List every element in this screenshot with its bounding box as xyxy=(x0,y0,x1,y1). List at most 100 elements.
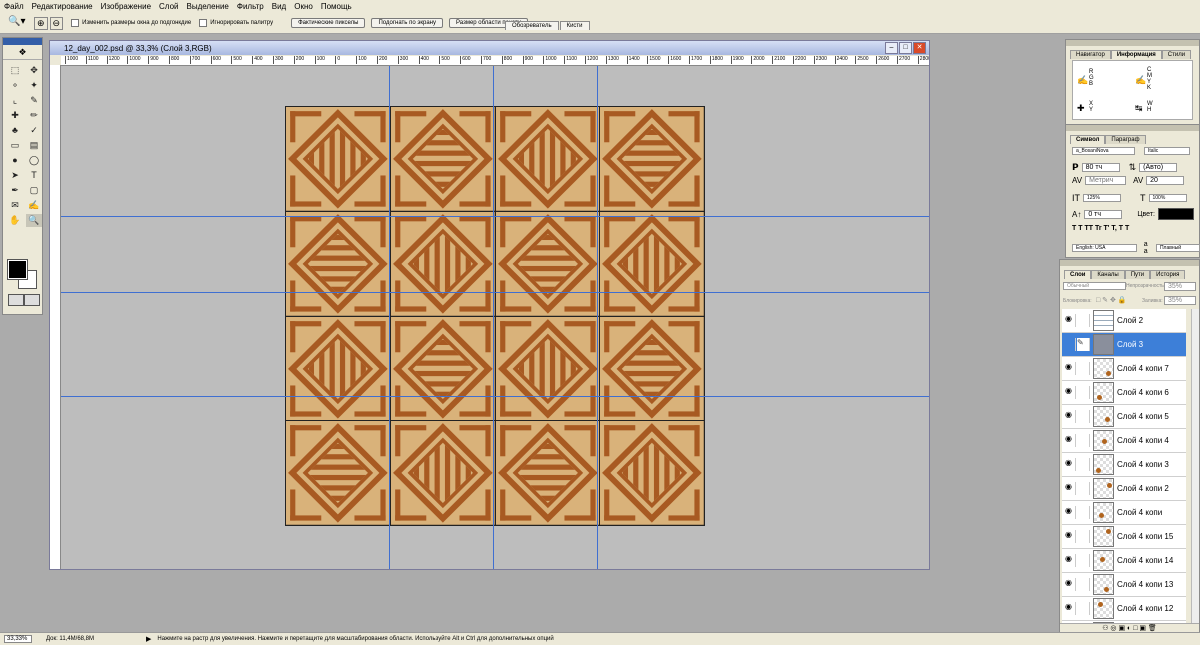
tab-paths[interactable]: Пути xyxy=(1124,270,1151,279)
standard-mode-icon[interactable] xyxy=(8,294,24,306)
layer-link-icon[interactable] xyxy=(1077,386,1090,399)
visibility-eye-icon[interactable] xyxy=(1062,338,1076,351)
pen-tool-icon[interactable]: ✒ xyxy=(7,184,23,197)
menu-help[interactable]: Помощь xyxy=(317,2,356,11)
path-select-icon[interactable]: ➤ xyxy=(7,169,23,182)
language-select[interactable]: English: USA xyxy=(1072,244,1137,252)
layer-row[interactable]: ◉ Слой 2 xyxy=(1062,309,1186,333)
stamp-tool-icon[interactable]: ♣ xyxy=(7,124,23,137)
font-family-select[interactable]: a_BosaniNova xyxy=(1072,147,1135,155)
menu-window[interactable]: Окно xyxy=(290,2,317,11)
tracking-field[interactable]: 20 xyxy=(1146,176,1185,185)
type-tool-icon[interactable]: T xyxy=(26,169,42,182)
guide-vertical[interactable] xyxy=(389,66,390,569)
tab-styles[interactable]: Стили xyxy=(1161,50,1192,59)
hand-tool-icon[interactable]: ✋ xyxy=(7,214,23,227)
toolbox-titlebar[interactable] xyxy=(3,38,42,45)
actual-pixels-button[interactable]: Фактические пикселы xyxy=(291,18,366,28)
ignore-palettes-checkbox[interactable]: Игнорировать палитру xyxy=(199,19,273,27)
layer-row[interactable]: ◉ Слой 4 копи 3 xyxy=(1062,453,1186,477)
minimize-icon[interactable]: – xyxy=(885,42,898,54)
layer-row[interactable]: ◉ Слой 4 копи xyxy=(1062,501,1186,525)
menu-image[interactable]: Изображение xyxy=(97,2,155,11)
vertical-scale-field[interactable]: 125% xyxy=(1083,194,1121,202)
foreground-color-swatch[interactable] xyxy=(7,259,28,280)
photoshop-logo-icon[interactable]: ❖ xyxy=(3,45,42,60)
notes-tool-icon[interactable]: ✉ xyxy=(7,199,23,212)
layer-link-icon[interactable] xyxy=(1077,554,1090,567)
guide-horizontal[interactable] xyxy=(61,216,929,217)
visibility-eye-icon[interactable]: ◉ xyxy=(1062,410,1076,423)
visibility-eye-icon[interactable]: ◉ xyxy=(1062,386,1076,399)
visibility-eye-icon[interactable]: ◉ xyxy=(1062,314,1076,327)
document-titlebar[interactable]: 12_day_002.psd @ 33,3% (Слой 3,RGB) – □ … xyxy=(50,41,929,55)
marquee-tool-icon[interactable]: ⬚ xyxy=(7,64,23,77)
gradient-tool-icon[interactable]: ▤ xyxy=(26,139,42,152)
layer-link-icon[interactable] xyxy=(1077,602,1090,615)
visibility-eye-icon[interactable]: ◉ xyxy=(1062,482,1076,495)
font-style-select[interactable]: Italic xyxy=(1144,147,1190,155)
zoom-in-icon[interactable]: ⊕ xyxy=(34,16,48,30)
layer-row[interactable]: ◉ Слой 4 копи 15 xyxy=(1062,525,1186,549)
layer-row[interactable]: ◉ Слой 4 копи 12 xyxy=(1062,597,1186,621)
fill-field[interactable]: 35% xyxy=(1164,296,1196,305)
visibility-eye-icon[interactable]: ◉ xyxy=(1062,578,1076,591)
crop-tool-icon[interactable]: ⌞ xyxy=(7,94,23,107)
layer-link-icon[interactable] xyxy=(1077,578,1090,591)
character-panel-titlebar[interactable] xyxy=(1066,125,1199,131)
menu-layer[interactable]: Слой xyxy=(155,2,182,11)
maximize-icon[interactable]: □ xyxy=(899,42,912,54)
zoom-tool-icon[interactable]: 🔍▾ xyxy=(8,16,28,30)
visibility-eye-icon[interactable]: ◉ xyxy=(1062,554,1076,567)
healing-brush-icon[interactable]: ✚ xyxy=(7,109,23,122)
menu-edit[interactable]: Редактирование xyxy=(28,2,97,11)
zoom-tool-box-icon[interactable]: 🔍 xyxy=(26,214,42,227)
guide-vertical[interactable] xyxy=(493,66,494,569)
resize-windows-checkbox[interactable]: Изменить размеры окна до подгонкдие xyxy=(71,19,191,27)
well-navigator-tab[interactable]: Обозреватель xyxy=(505,21,559,30)
magic-wand-icon[interactable]: ✦ xyxy=(26,79,42,92)
tab-navigator[interactable]: Навигатор xyxy=(1070,50,1111,59)
move-tool-icon[interactable]: ✥ xyxy=(26,64,42,77)
close-icon[interactable]: ✕ xyxy=(913,42,926,54)
layer-row[interactable]: ✎ Слой 3 xyxy=(1062,333,1186,357)
vertical-ruler[interactable] xyxy=(50,65,61,569)
history-brush-icon[interactable]: ✓ xyxy=(26,124,42,137)
layer-row[interactable]: ◉ Слой 4 копи 13 xyxy=(1062,573,1186,597)
slice-tool-icon[interactable]: ✎ xyxy=(26,94,42,107)
tab-layers[interactable]: Слои xyxy=(1064,270,1092,279)
visibility-eye-icon[interactable]: ◉ xyxy=(1062,434,1076,447)
kerning-field[interactable]: Метрич xyxy=(1085,176,1127,185)
text-style-buttons[interactable]: T T TT Tr T' T, T T xyxy=(1072,225,1129,232)
lock-icons[interactable]: □ ✎ ✥ 🔒 xyxy=(1096,296,1127,304)
lasso-tool-icon[interactable]: ⚬ xyxy=(7,79,23,92)
visibility-eye-icon[interactable]: ◉ xyxy=(1062,602,1076,615)
layer-row[interactable]: ◉ Слой 4 копи 6 xyxy=(1062,381,1186,405)
guide-vertical[interactable] xyxy=(597,66,598,569)
zoom-field[interactable]: 33,33% xyxy=(4,635,32,643)
layer-link-icon[interactable]: ✎ xyxy=(1077,338,1090,351)
opacity-field[interactable]: 35% xyxy=(1164,282,1196,291)
visibility-eye-icon[interactable]: ◉ xyxy=(1062,506,1076,519)
layer-link-icon[interactable] xyxy=(1077,410,1090,423)
eraser-tool-icon[interactable]: ▭ xyxy=(7,139,23,152)
layer-link-icon[interactable] xyxy=(1077,530,1090,543)
layer-row[interactable]: ◉ Слой 4 копи 7 xyxy=(1062,357,1186,381)
layer-link-icon[interactable] xyxy=(1077,434,1090,447)
horizontal-scale-field[interactable]: 100% xyxy=(1148,194,1187,202)
shape-tool-icon[interactable]: ▢ xyxy=(26,184,42,197)
layer-link-icon[interactable] xyxy=(1077,506,1090,519)
visibility-eye-icon[interactable]: ◉ xyxy=(1062,530,1076,543)
text-color-swatch[interactable] xyxy=(1157,208,1194,220)
blend-mode-select[interactable]: Обычный xyxy=(1063,282,1126,290)
zoom-out-icon[interactable]: ⊖ xyxy=(49,16,64,30)
tab-history[interactable]: История xyxy=(1150,270,1186,279)
visibility-eye-icon[interactable]: ◉ xyxy=(1062,362,1076,375)
layer-row[interactable]: ◉ Слой 4 копи 2 xyxy=(1062,477,1186,501)
tab-info[interactable]: Информация xyxy=(1110,50,1162,59)
menu-select[interactable]: Выделение xyxy=(182,2,232,11)
quickmask-mode-icon[interactable] xyxy=(24,294,40,306)
info-panel-titlebar[interactable] xyxy=(1066,40,1199,46)
tab-character[interactable]: Символ xyxy=(1070,135,1106,144)
brush-tool-icon[interactable]: ✏ xyxy=(26,109,42,122)
